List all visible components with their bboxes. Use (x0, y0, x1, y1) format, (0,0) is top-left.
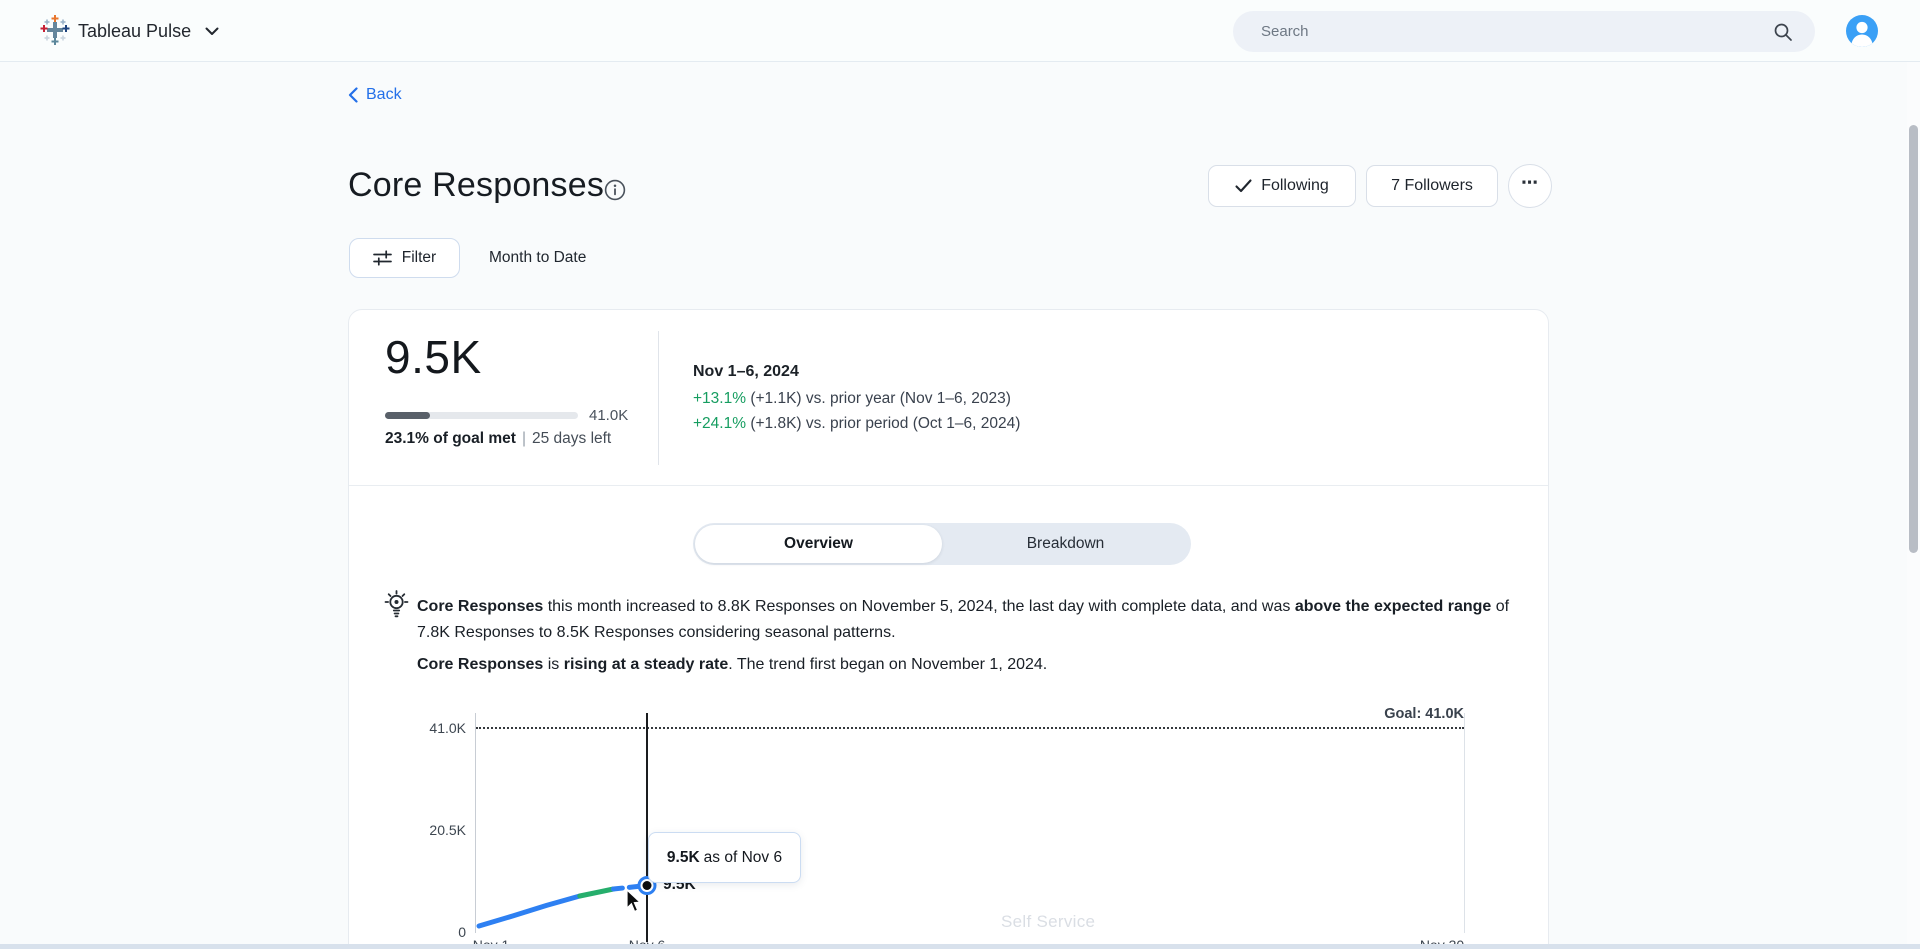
search-input[interactable]: Search (1233, 11, 1815, 52)
app-name: Tableau Pulse (78, 20, 192, 41)
tableau-logo-icon (40, 15, 70, 45)
tab-breakdown[interactable]: Breakdown (942, 525, 1189, 563)
goal-progress-fill (385, 412, 430, 419)
topbar: Tableau Pulse Search (0, 0, 1920, 62)
ellipsis-icon: ⋯ (1521, 173, 1539, 192)
scrollbar-thumb[interactable] (1909, 125, 1918, 553)
metric-card: 9.5K 41.0K 23.1% of goal met | 25 days lef… (348, 309, 1549, 949)
insight-paragraph-1: Core Responses this month increased to 8… (417, 598, 1510, 641)
cursor-icon (626, 889, 642, 913)
trend-line-svg[interactable] (349, 701, 1550, 949)
yoy-comparison: +13.1% (+1.1K) vs. prior year (Nov 1–6, … (693, 390, 1020, 408)
insight-text: Core Responses this month increased to 8… (417, 594, 1517, 678)
following-label: Following (1261, 177, 1329, 194)
trend-chart[interactable]: 41.0K 20.5K 0 Goal: 41.0K 9.5K 9.5K as o… (349, 701, 1550, 949)
tooltip-text: as of Nov 6 (703, 848, 783, 866)
yoy-rest: (+1.1K) vs. prior year (Nov 1–6, 2023) (746, 390, 1011, 407)
back-link[interactable]: Back (348, 86, 402, 104)
followers-button[interactable]: 7 Followers (1366, 165, 1498, 207)
metric-value: 9.5K (385, 331, 482, 383)
pop-rest: (+1.8K) vs. prior period (Oct 1–6, 2024) (746, 415, 1021, 432)
avatar[interactable] (1846, 15, 1878, 47)
search-placeholder: Search (1261, 23, 1309, 40)
tableau-pulse-page: Tableau Pulse Search Back Core Responses… (0, 0, 1920, 949)
check-icon (1235, 179, 1252, 193)
more-button[interactable]: ⋯ (1508, 164, 1552, 208)
tab-bar: Overview Breakdown (693, 523, 1191, 565)
insight-icon (384, 590, 409, 618)
period-label: Month to Date (489, 249, 587, 266)
comparison-block: Nov 1–6, 2024 +13.1% (+1.1K) vs. prior y… (693, 363, 1020, 440)
insight-paragraph-2: Core Responses is rising at a steady rat… (417, 656, 1048, 673)
following-button[interactable]: Following (1208, 165, 1356, 207)
filter-row: Filter Month to Date (349, 238, 586, 278)
search-icon[interactable] (1773, 22, 1793, 42)
tab-overview[interactable]: Overview (695, 525, 942, 563)
chart-tooltip: 9.5K as of Nov 6 (648, 832, 801, 883)
card-divider (349, 485, 1548, 486)
back-label: Back (366, 86, 402, 103)
window-bottom-edge (0, 944, 1920, 949)
filter-label: Filter (401, 249, 437, 266)
pop-percent: +24.1% (693, 415, 747, 432)
separator: | (521, 430, 526, 447)
filter-sliders-icon (372, 250, 392, 266)
goal-met-label: 23.1% of goal met (385, 430, 516, 447)
tooltip-value: 9.5K (666, 848, 700, 866)
header-actions: Following 7 Followers ⋯ (1208, 164, 1552, 208)
goal-status-line: 23.1% of goal met | 25 days left (385, 430, 611, 448)
goal-progress-bar (385, 412, 578, 419)
back-chevron-icon (348, 87, 358, 103)
yoy-percent: +13.1% (693, 390, 747, 407)
vertical-divider (658, 331, 659, 465)
chevron-down-icon (205, 27, 219, 35)
days-left-label: 25 days left (531, 430, 612, 447)
app-switcher[interactable]: Tableau Pulse (78, 0, 219, 62)
page-title: Core Responses (348, 166, 605, 204)
date-range: Nov 1–6, 2024 (693, 363, 799, 380)
filter-button[interactable]: Filter (349, 238, 460, 278)
pop-comparison: +24.1% (+1.8K) vs. prior period (Oct 1–6… (693, 415, 1020, 433)
info-icon[interactable] (604, 179, 626, 201)
followers-label: 7 Followers (1391, 177, 1473, 194)
goal-value: 41.0K (589, 407, 629, 424)
